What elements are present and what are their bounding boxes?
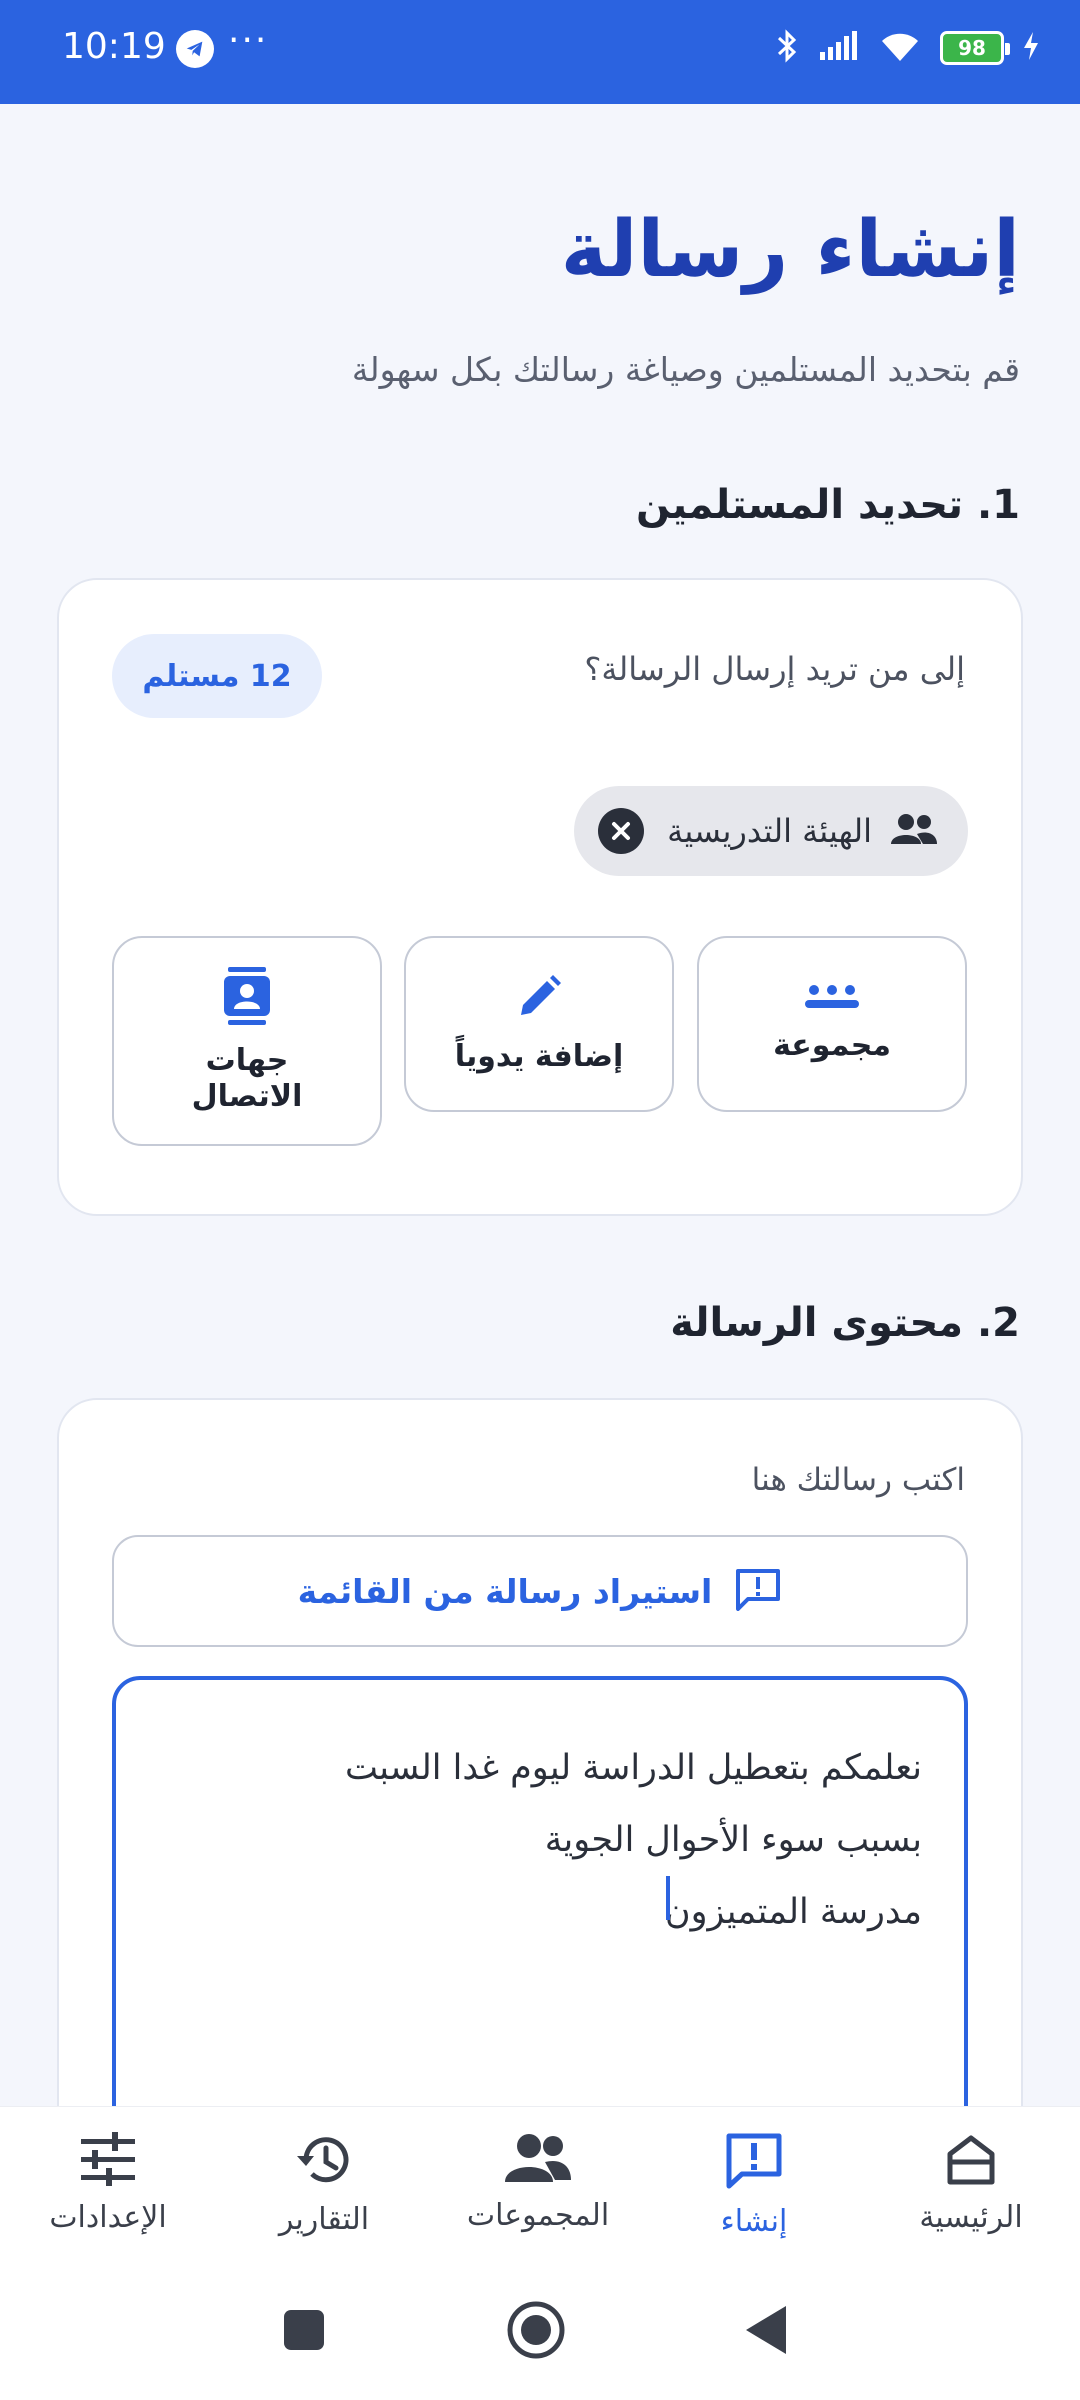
recipient-chip[interactable]: الهيئة التدريسية bbox=[574, 786, 968, 876]
recipient-chip-label: الهيئة التدريسية bbox=[667, 812, 872, 850]
group-dots-icon bbox=[802, 984, 862, 1014]
add-manually-button[interactable]: إضافة يدوياً bbox=[404, 936, 674, 1112]
message-textarea[interactable]: نعلمكم بتعطيل الدراسة ليوم غدا السبت بسب… bbox=[112, 1676, 968, 2136]
page-title: إنشاء رسالة bbox=[560, 205, 1020, 295]
nav-item-settings[interactable]: الإعدادات bbox=[8, 2132, 208, 2235]
page-subtitle: قم بتحديد المستلمين وصياغة رسالتك بكل سه… bbox=[351, 350, 1020, 389]
group-icon bbox=[890, 812, 938, 850]
home-icon bbox=[944, 2132, 998, 2190]
groups-icon bbox=[503, 2132, 573, 2188]
telegram-icon bbox=[176, 30, 214, 68]
message-line: نعلمكم بتعطيل الدراسة ليوم غدا السبت bbox=[344, 1748, 922, 1788]
add-manually-label: إضافة يدوياً bbox=[454, 1039, 624, 1074]
home-button[interactable] bbox=[506, 2300, 566, 2364]
recipients-question: إلى من تريد إرسال الرسالة؟ bbox=[584, 650, 965, 688]
nav-label-reports: التقارير bbox=[278, 2202, 370, 2237]
signal-icon bbox=[818, 30, 860, 66]
battery-icon: 98 bbox=[940, 31, 1010, 65]
import-message-button[interactable]: استيراد رسالة من القائمة bbox=[112, 1535, 968, 1647]
nav-label-create: إنشاء bbox=[720, 2204, 788, 2239]
add-group-button[interactable]: مجموعة bbox=[697, 936, 967, 1112]
create-message-icon bbox=[724, 2132, 784, 2194]
history-icon bbox=[294, 2132, 354, 2192]
contacts-label: جهات الاتصال bbox=[191, 1043, 303, 1114]
close-icon[interactable] bbox=[598, 808, 644, 854]
text-caret bbox=[666, 1876, 670, 1920]
nav-item-create[interactable]: إنشاء bbox=[654, 2132, 854, 2239]
wifi-icon bbox=[878, 29, 922, 67]
add-group-label: مجموعة bbox=[773, 1028, 891, 1063]
import-message-label: استيراد رسالة من القائمة bbox=[297, 1571, 713, 1611]
bluetooth-icon bbox=[774, 28, 800, 68]
message-hint: اكتب رسالتك هنا bbox=[751, 1462, 965, 1498]
nav-item-home[interactable]: الرئيسية bbox=[871, 2132, 1071, 2235]
recipients-section-title: 1. تحديد المستلمين bbox=[635, 482, 1020, 528]
status-time: 10:19 bbox=[62, 26, 166, 67]
nav-label-groups: المجموعات bbox=[466, 2198, 610, 2233]
recipient-count-badge: 12 مستلم bbox=[112, 634, 322, 718]
settings-sliders-icon bbox=[78, 2132, 138, 2190]
message-line: بسبب سوء الأحوال الجوية bbox=[544, 1820, 922, 1860]
contacts-icon bbox=[222, 967, 272, 1029]
nav-label-settings: الإعدادات bbox=[49, 2200, 167, 2235]
pencil-icon bbox=[515, 973, 563, 1025]
more-notifications-icon: ··· bbox=[228, 20, 269, 61]
nav-item-reports[interactable]: التقارير bbox=[224, 2132, 424, 2237]
nav-item-groups[interactable]: المجموعات bbox=[438, 2132, 638, 2233]
recents-button[interactable] bbox=[282, 2308, 326, 2356]
contacts-button[interactable]: جهات الاتصال bbox=[112, 936, 382, 1146]
message-line: مدرسة المتميزون bbox=[664, 1892, 922, 1932]
back-button[interactable] bbox=[744, 2304, 788, 2360]
charging-icon bbox=[1022, 31, 1040, 65]
nav-label-home: الرئيسية bbox=[919, 2200, 1023, 2235]
message-section-title: 2. محتوى الرسالة bbox=[670, 1300, 1020, 1346]
status-icons: 98 bbox=[774, 28, 1040, 68]
message-alert-icon bbox=[734, 1567, 782, 1615]
